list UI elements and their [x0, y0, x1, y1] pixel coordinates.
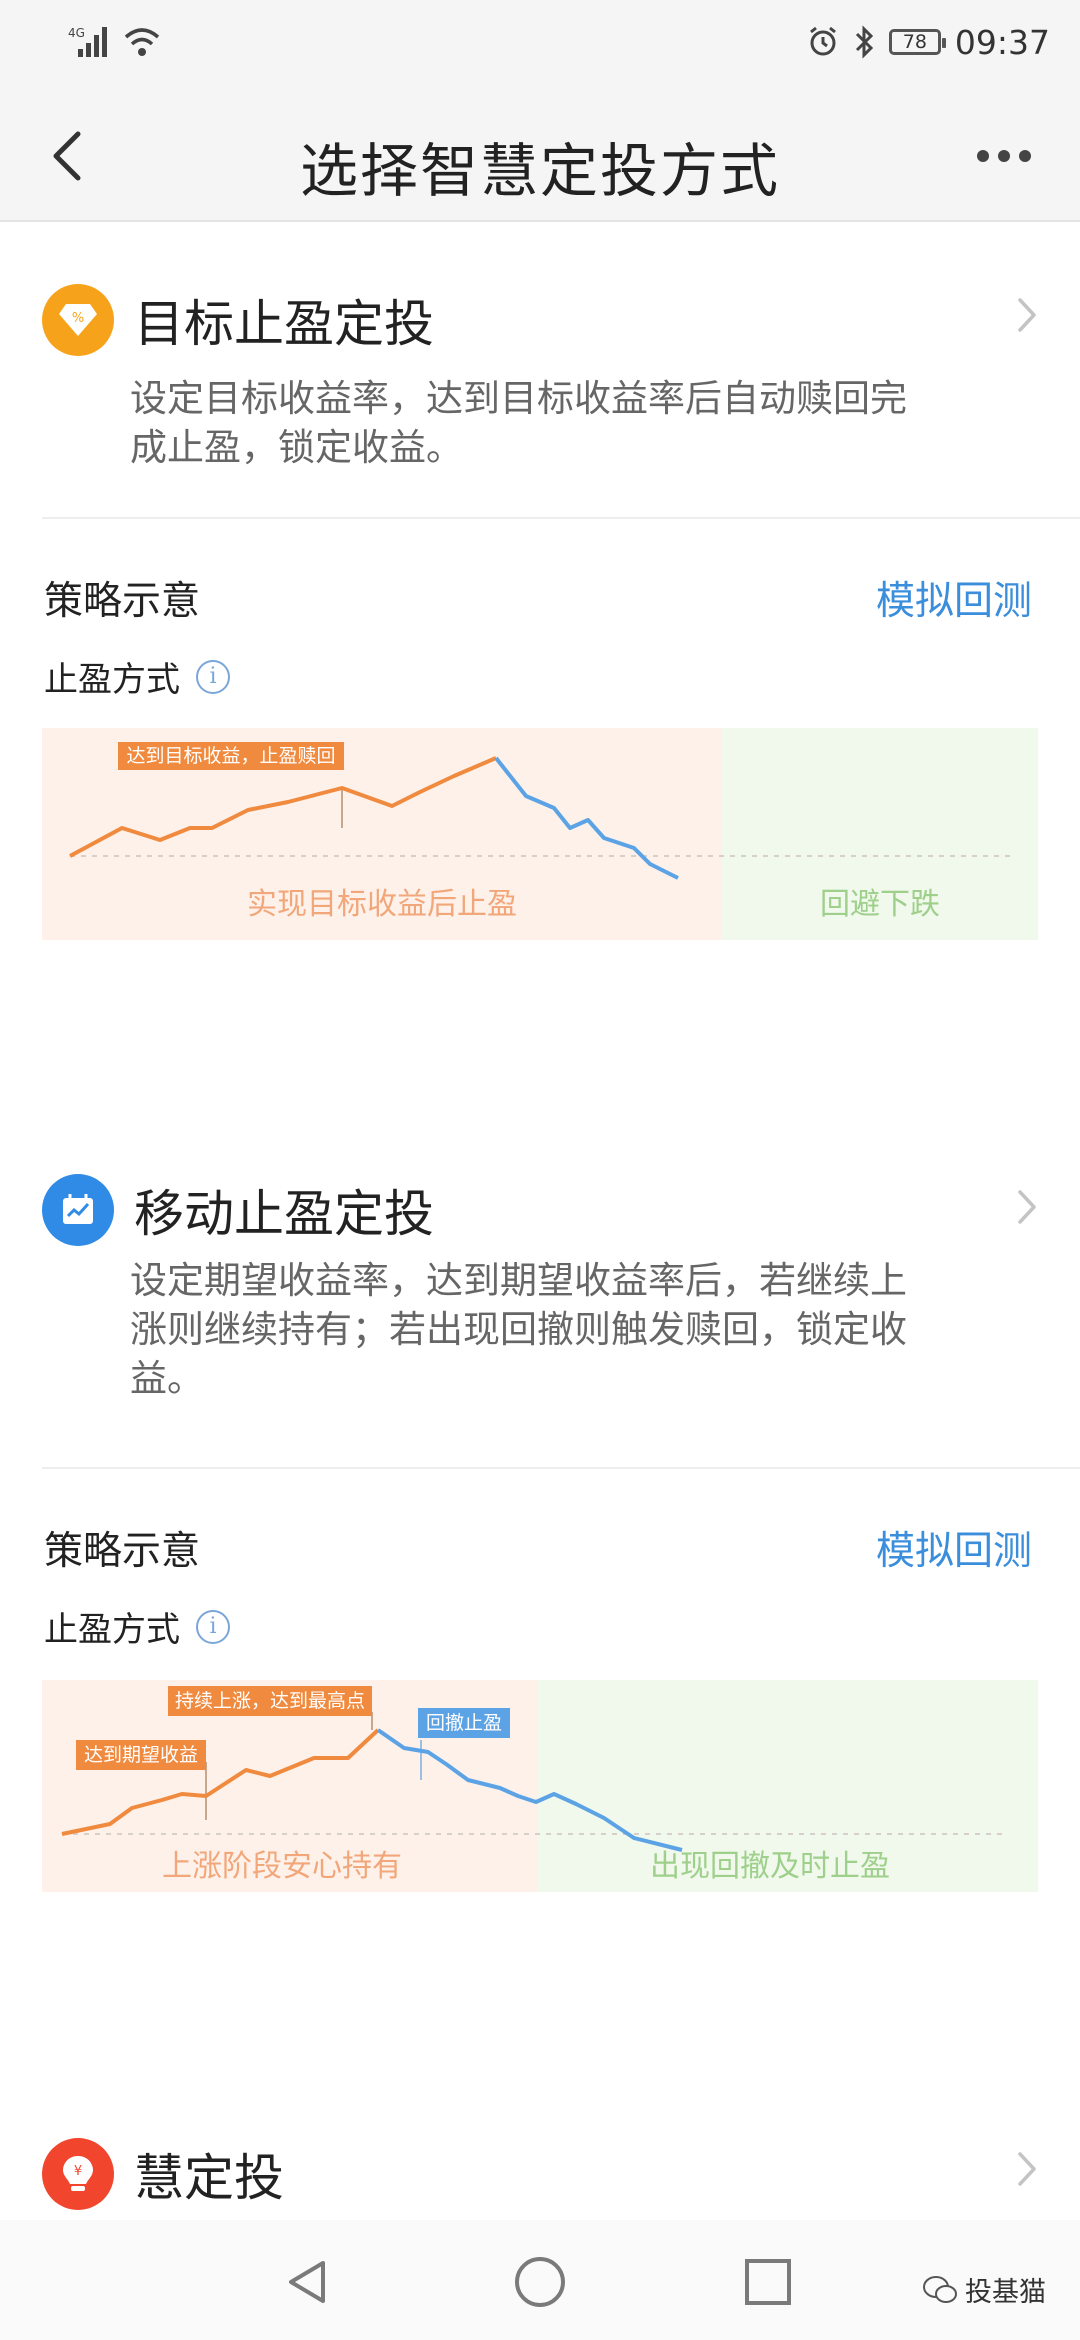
system-navigation-bar: [0, 2220, 1080, 2340]
zone-left-label: 上涨阶段安心持有: [162, 1849, 402, 1884]
target-tag-text: 达到目标收益，止盈赎回: [126, 745, 335, 767]
description-line: 益。: [130, 1357, 204, 1400]
svg-text:4G: 4G: [68, 26, 85, 40]
take-profit-mode: 止盈方式 i: [44, 652, 230, 701]
plan-title: 目标止盈定投: [134, 295, 434, 353]
app-bar: 选择智慧定投方式: [0, 90, 1080, 222]
triangle-back-icon: [289, 2261, 325, 2303]
plan-header: ¥ 慧定投: [42, 2134, 284, 2214]
description-line: 涨则继续持有；若出现回撤则触发赎回，锁定收: [130, 1308, 907, 1351]
wechat-icon: [923, 2275, 957, 2303]
mode-label: 止盈方式: [44, 660, 180, 700]
strategy-label: 策略示意: [44, 579, 201, 624]
mode-label: 止盈方式: [44, 1610, 180, 1650]
backtest-link[interactable]: 模拟回测: [876, 1520, 1032, 1576]
plan-title: 移动止盈定投: [134, 1185, 434, 1243]
watermark-text: 投基猫: [965, 2277, 1046, 2308]
more-dot-icon: [998, 150, 1010, 162]
description-line: 设定期望收益率，达到期望收益率后，若继续上: [130, 1259, 907, 1302]
page-title: 选择智慧定投方式: [299, 137, 780, 205]
divider: [42, 517, 1080, 519]
clock: 09:37: [954, 22, 1050, 62]
strategy-chart-trailing: 达到期望收益 持续上涨，达到最高点 回撤止盈 上涨阶段安心持有 出现回撤及时止盈: [42, 1680, 1038, 1892]
info-icon[interactable]: i: [196, 1609, 230, 1644]
divider: [42, 1467, 1080, 1469]
plan-card-trailing-profit[interactable]: 移动止盈定投 设定期望收益率，达到期望收益率后，若继续上 涨则继续持有；若出现回…: [0, 1170, 1080, 2010]
strategy-label: 策略示意: [44, 1529, 201, 1574]
zone-left-label: 实现目标收益后止盈: [247, 887, 517, 922]
more-dot-icon: [977, 150, 989, 162]
diamond-percent-icon: %: [42, 284, 114, 356]
lightbulb-yen-icon: ¥: [42, 2138, 114, 2210]
wifi-icon: [124, 28, 160, 56]
description-line: 成止盈，锁定收益。: [130, 426, 463, 469]
take-profit-mode: 止盈方式 i: [44, 1602, 230, 1651]
backtest-link[interactable]: 模拟回测: [876, 570, 1032, 626]
description-line: 设定目标收益率，达到目标收益率后自动赎回完: [130, 377, 907, 420]
expected-tag-text: 达到期望收益: [84, 1744, 198, 1766]
chevron-right-icon: [1018, 2152, 1036, 2186]
battery-indicator: 78: [888, 29, 946, 55]
more-dot-icon: [1019, 150, 1031, 162]
circle-home-icon: [515, 2257, 565, 2307]
plan-header: % 目标止盈定投: [42, 280, 434, 360]
watermark: 投基猫: [923, 2270, 1046, 2309]
plan-description: 设定目标收益率，达到目标收益率后自动赎回完 成止盈，锁定收益。: [130, 374, 990, 472]
svg-text:¥: ¥: [74, 2164, 82, 2179]
plan-card-smart-invest[interactable]: ¥ 慧定投: [0, 2130, 1080, 2220]
peak-tag-text: 持续上涨，达到最高点: [175, 1690, 365, 1712]
alarm-clock-icon: [809, 26, 836, 56]
chevron-right-icon: [1018, 298, 1036, 332]
battery-level: 78: [902, 31, 927, 53]
square-recents-icon: [745, 2259, 791, 2305]
plan-title: 慧定投: [134, 2149, 284, 2207]
svg-text:%: %: [72, 311, 84, 326]
status-bar: 4G 78 09:37: [0, 0, 1080, 90]
nav-back-button[interactable]: [268, 2242, 348, 2322]
info-icon[interactable]: i: [196, 659, 230, 694]
zone-right-label: 出现回撤及时止盈: [650, 1849, 890, 1884]
pullback-tag-text: 回撤止盈: [426, 1712, 502, 1734]
plan-card-target-profit[interactable]: % 目标止盈定投 设定目标收益率，达到目标收益率后自动赎回完 成止盈，锁定收益。…: [0, 222, 1080, 1062]
chevron-right-icon: [1018, 1190, 1036, 1224]
nav-home-button[interactable]: [500, 2242, 580, 2322]
plan-description: 设定期望收益率，达到期望收益率后，若继续上 涨则继续持有；若出现回撤则触发赎回，…: [130, 1256, 990, 1403]
trend-chart-icon: [42, 1174, 114, 1246]
cellular-signal-icon: 4G: [68, 26, 107, 57]
nav-recents-button[interactable]: [728, 2242, 808, 2322]
more-options-button[interactable]: [964, 126, 1044, 186]
plan-header: 移动止盈定投: [42, 1170, 434, 1250]
zone-right-label: 回避下跌: [820, 887, 940, 922]
strategy-chart-target: 达到目标收益，止盈赎回 实现目标收益后止盈 回避下跌: [42, 728, 1038, 940]
bluetooth-icon: [855, 25, 874, 59]
